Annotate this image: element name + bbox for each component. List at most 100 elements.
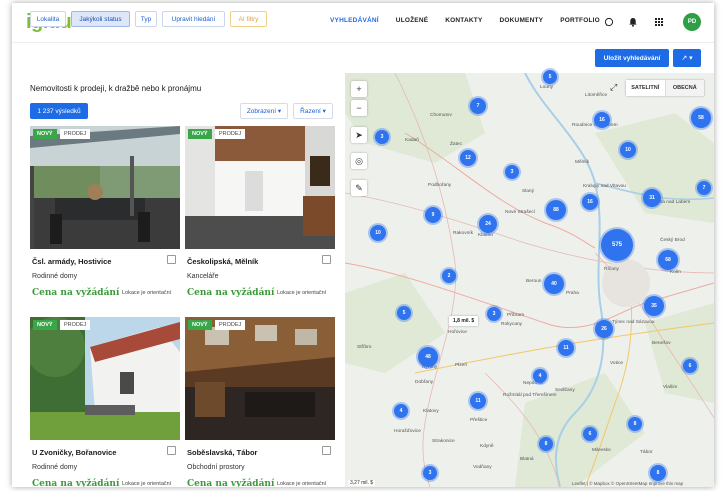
map-cluster-marker[interactable]: 5: [543, 70, 557, 84]
property-photo[interactable]: NOVÝ PRODEJ: [30, 126, 180, 249]
results-count-badge[interactable]: 1 237 výsledků: [30, 103, 88, 119]
select-checkbox[interactable]: [167, 446, 176, 455]
map-cluster-marker[interactable]: 8: [628, 417, 642, 431]
map-place-label: Rokycany: [501, 322, 523, 327]
map-cluster-marker[interactable]: 26: [595, 320, 613, 338]
map-cluster-marker[interactable]: 48: [418, 347, 438, 367]
map-place-label: Litoměřice: [585, 93, 608, 98]
map-cluster-marker[interactable]: 9: [425, 207, 441, 223]
user-avatar[interactable]: PD: [683, 13, 701, 31]
map-attribution[interactable]: Leaflet | © Mapbox © OpenStreetMap Impro…: [572, 481, 683, 486]
filter-location[interactable]: Lokalita: [30, 11, 66, 27]
property-card[interactable]: NOVÝ PRODEJ U Zvoničky, Bořanovice Rodin…: [30, 317, 180, 487]
price-bubble[interactable]: 1,8 mil. $: [449, 316, 479, 326]
select-checkbox[interactable]: [167, 255, 176, 264]
map-cluster-marker[interactable]: 8: [539, 437, 553, 451]
property-type: Rodinné domy: [32, 464, 78, 471]
map-place-label: Strakonice: [432, 439, 455, 444]
map-style-general[interactable]: OBECNÁ: [664, 80, 704, 96]
nav-documents[interactable]: DOKUMENTY: [500, 17, 544, 24]
map-cluster-marker[interactable]: 68: [658, 250, 678, 270]
map-cluster-marker[interactable]: 575: [601, 229, 633, 261]
map-cluster-marker[interactable]: 10: [620, 142, 636, 158]
map-cluster-marker[interactable]: 11: [558, 340, 574, 356]
map-cluster-marker[interactable]: 10: [370, 225, 386, 241]
property-title[interactable]: Českolipská, Mělník: [187, 257, 258, 266]
map-cluster-marker[interactable]: 58: [691, 108, 711, 128]
map-cluster-marker[interactable]: 3: [423, 466, 437, 480]
sale-badge: PRODEJ: [215, 129, 246, 139]
property-title[interactable]: Čsl. armády, Hostivice: [32, 257, 111, 266]
map-cluster-marker[interactable]: 5: [397, 306, 411, 320]
chat-icon[interactable]: [602, 15, 616, 29]
map-place-label: Přeštice: [470, 418, 488, 423]
map-place-label: Český Brod: [660, 238, 685, 243]
nav-saved[interactable]: ULOŽENÉ: [396, 17, 428, 24]
zoom-out-button[interactable]: −: [351, 100, 367, 116]
map-cluster-marker[interactable]: 2: [442, 269, 456, 283]
map-cluster-marker[interactable]: 40: [544, 274, 564, 294]
sale-badge: PRODEJ: [60, 320, 91, 330]
filter-edit-search[interactable]: Upravit hledání: [162, 11, 225, 27]
map-cluster-marker[interactable]: 24: [479, 215, 497, 233]
map-style-toggle[interactable]: SATELITNÍ OBECNÁ: [626, 80, 704, 96]
display-dropdown[interactable]: Zobrazení ▾: [240, 103, 288, 119]
map-place-label: Beroun: [526, 279, 542, 284]
property-title[interactable]: U Zvoničky, Bořanovice: [32, 448, 116, 457]
list-title: Nemovitosti k prodeji, k dražbě nebo k p…: [30, 84, 202, 93]
nav-search[interactable]: VYHLEDÁVÁNÍ: [330, 17, 379, 24]
locate-icon[interactable]: ➤: [351, 127, 367, 143]
map-cluster-marker[interactable]: 7: [697, 181, 711, 195]
layers-icon[interactable]: ◎: [351, 153, 367, 169]
filter-ai[interactable]: AI filtry: [230, 11, 267, 27]
apps-grid-icon[interactable]: [652, 15, 666, 29]
save-search-button[interactable]: Uložit vyhledávání: [595, 49, 669, 67]
map-cluster-marker[interactable]: 3: [375, 130, 389, 144]
map-cluster-marker[interactable]: 35: [644, 296, 664, 316]
property-type: Kanceláře: [187, 273, 219, 280]
property-photo[interactable]: NOVÝ PRODEJ: [30, 317, 180, 440]
location-note: Lokace je orientační: [122, 481, 172, 487]
map-cluster-marker[interactable]: 6: [583, 427, 597, 441]
map-cluster-marker[interactable]: 3: [487, 307, 501, 321]
zoom-in-button[interactable]: +: [351, 81, 367, 97]
map-place-label: Benešov: [652, 341, 671, 346]
property-card[interactable]: NOVÝ PRODEJ Soběslavská, Tábor Obchodní …: [185, 317, 335, 487]
nav-portfolio[interactable]: PORTFOLIO: [560, 17, 600, 24]
map-cluster-marker[interactable]: 16: [582, 194, 598, 210]
property-title[interactable]: Soběslavská, Tábor: [187, 448, 257, 457]
map-place-label: Stříbro: [357, 345, 372, 350]
property-photo[interactable]: NOVÝ PRODEJ: [185, 126, 335, 249]
map-style-satellite[interactable]: SATELITNÍ: [626, 80, 665, 96]
map-cluster-marker[interactable]: 3: [505, 165, 519, 179]
sort-dropdown[interactable]: Řazení ▾: [293, 103, 333, 119]
filter-type[interactable]: Typ: [135, 11, 157, 27]
map-cluster-marker[interactable]: 88: [546, 200, 566, 220]
map-place-label: Vlašim: [663, 385, 678, 390]
map-place-label: Mělník: [575, 160, 590, 165]
bell-icon[interactable]: [626, 15, 640, 29]
map-cluster-marker[interactable]: 4: [394, 404, 408, 418]
select-checkbox[interactable]: [322, 255, 331, 264]
expand-icon[interactable]: ⤢: [610, 82, 617, 93]
map-cluster-marker[interactable]: 11: [470, 393, 486, 409]
map-cluster-marker[interactable]: 8: [650, 465, 666, 481]
property-card[interactable]: NOVÝ PRODEJ Českolipská, Mělník Kancelář…: [185, 126, 335, 306]
location-note: Lokace je orientační: [277, 290, 327, 296]
share-dropdown-button[interactable]: ↗ ▾: [673, 49, 701, 67]
map-place-label: Kralupy nad Vltavou: [583, 184, 626, 189]
map-cluster-marker[interactable]: 6: [683, 359, 697, 373]
select-checkbox[interactable]: [322, 446, 331, 455]
draw-icon[interactable]: ✎: [351, 180, 367, 196]
map-cluster-marker[interactable]: 4: [533, 369, 547, 383]
map-cluster-marker[interactable]: 31: [643, 189, 661, 207]
map-cluster-marker[interactable]: 16: [594, 112, 610, 128]
filter-status[interactable]: Jakýkoli status: [71, 11, 130, 27]
property-card[interactable]: NOVÝ PRODEJ Čsl. armády, Hostivice Rodin…: [30, 126, 180, 306]
nav-contacts[interactable]: KONTAKTY: [445, 17, 482, 24]
property-photo[interactable]: NOVÝ PRODEJ: [185, 317, 335, 440]
map-cluster-marker[interactable]: 12: [460, 150, 476, 166]
map-cluster-marker[interactable]: 7: [470, 98, 486, 114]
app-frame: igluu VYHLEDÁVÁNÍ ULOŽENÉ KONTAKTY DOKUM…: [12, 3, 714, 487]
map-place-label: Rožmitál pod Třemšínem: [503, 393, 557, 398]
